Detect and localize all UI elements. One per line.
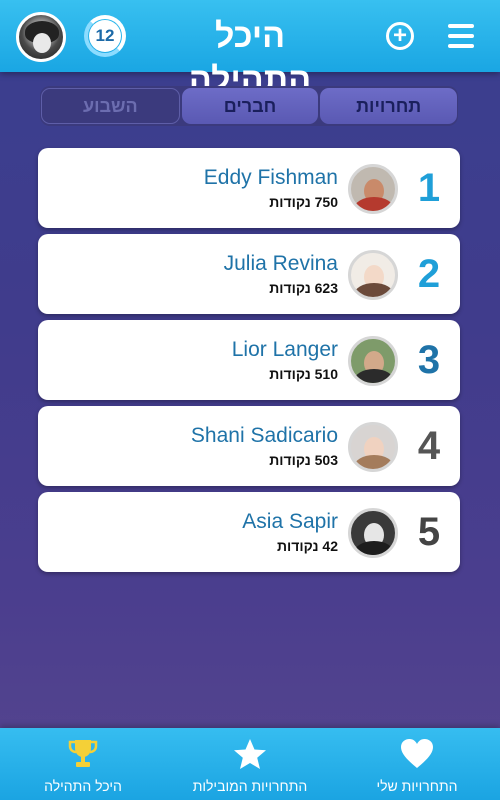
heart-icon xyxy=(400,738,434,775)
add-button[interactable]: + xyxy=(386,22,414,50)
player-points: 42 נקודות xyxy=(276,538,338,554)
leaderboard-row[interactable]: 1 Eddy Fishman 750 נקודות xyxy=(38,148,460,228)
nav-top-competitions[interactable]: התחרויות המובילות xyxy=(167,728,333,800)
player-name: Eddy Fishman xyxy=(203,166,338,189)
page-title: היכל התהילה xyxy=(188,17,312,99)
tab-friends[interactable]: חברים xyxy=(181,88,319,124)
nav-hall-of-fame[interactable]: היכל התהילה xyxy=(0,728,166,800)
leaderboard-row[interactable]: 4 Shani Sadicario 503 נקודות xyxy=(38,406,460,486)
trophy-icon xyxy=(67,738,99,775)
leaderboard-row[interactable]: 2 Julia Revina 623 נקודות xyxy=(38,234,460,314)
rank-number: 1 xyxy=(417,166,441,210)
tab-competitions[interactable]: תחרויות xyxy=(320,88,457,124)
level-badge[interactable]: 12 xyxy=(84,15,126,57)
nav-label: התחרויות המובילות xyxy=(192,778,308,794)
rank-number: 4 xyxy=(417,424,441,468)
tab-this-week[interactable]: השבוע xyxy=(40,88,180,124)
player-name: Asia Sapir xyxy=(242,510,338,533)
top-header: 12 היכל התהילה + xyxy=(0,0,500,99)
profile-avatar[interactable] xyxy=(16,12,66,62)
leaderboard-row[interactable]: 5 Asia Sapir 42 נקודות xyxy=(38,492,460,572)
player-avatar xyxy=(348,422,398,472)
player-points: 623 נקודות xyxy=(269,280,338,296)
rank-number: 3 xyxy=(417,338,441,382)
player-name: Shani Sadicario xyxy=(190,424,338,447)
star-icon xyxy=(233,738,267,775)
tab-bar: תחרויות חברים השבוע xyxy=(40,86,458,126)
level-number: 12 xyxy=(89,20,121,52)
nav-label: היכל התהילה xyxy=(44,778,122,794)
nav-label: התחרויות שלי xyxy=(376,778,458,794)
leaderboard-row[interactable]: 3 Lior Langer 510 נקודות xyxy=(38,320,460,400)
rank-number: 5 xyxy=(417,510,441,554)
player-points: 750 נקודות xyxy=(269,194,338,210)
bottom-nav: התחרויות שלי התחרויות המובילות היכל התהי… xyxy=(0,728,500,800)
player-points: 503 נקודות xyxy=(269,452,338,468)
player-avatar xyxy=(348,164,398,214)
player-name: Julia Revina xyxy=(223,252,338,275)
player-points: 510 נקודות xyxy=(269,366,338,382)
leaderboard-list: 1 Eddy Fishman 750 נקודות 2 Julia Revina… xyxy=(38,148,460,578)
player-avatar xyxy=(348,336,398,386)
menu-icon[interactable] xyxy=(448,24,474,48)
nav-my-competitions[interactable]: התחרויות שלי xyxy=(334,728,500,800)
player-name: Lior Langer xyxy=(231,338,338,361)
rank-number: 2 xyxy=(417,252,441,296)
player-avatar xyxy=(348,250,398,300)
player-avatar xyxy=(348,508,398,558)
